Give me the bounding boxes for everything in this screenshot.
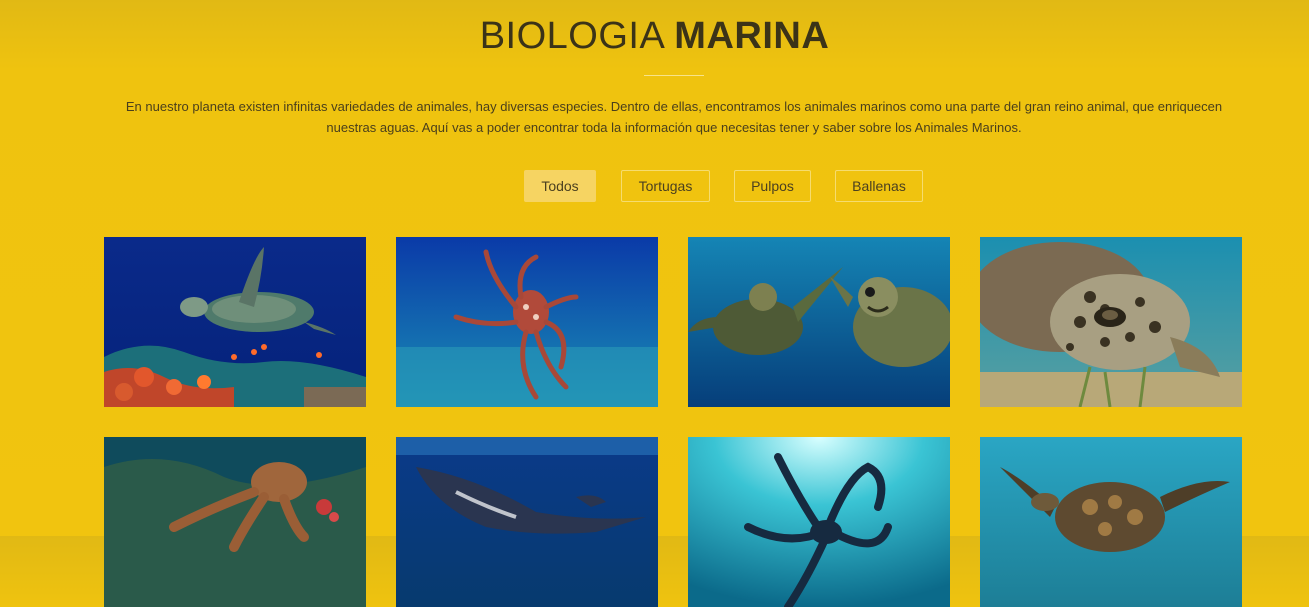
hawksbill-turtle-image [980, 437, 1242, 607]
two-sea-turtles-image [688, 237, 950, 407]
intro-line-1: En nuestro planeta existen infinitas var… [125, 99, 1223, 114]
octopus-on-reef-image [104, 437, 366, 607]
gallery-item-turtle-reef[interactable] [104, 237, 366, 407]
intro-text: En nuestro planeta existen infinitas var… [110, 96, 1238, 138]
octopus-swimming-image [396, 237, 658, 407]
page-title: BIOLOGIA MARINA [0, 14, 1309, 58]
gallery-item-octopus-reef[interactable] [104, 437, 366, 607]
title-light: BIOLOGIA [479, 15, 664, 57]
filter-todos-button[interactable]: Todos [524, 170, 596, 202]
gallery-item-octopus-swim[interactable] [396, 237, 658, 407]
gallery-item-whale[interactable] [396, 437, 658, 607]
title-bold: MARINA [674, 15, 830, 57]
intro-line-2: nuestras aguas. Aquí vas a poder encontr… [326, 120, 1022, 135]
filter-pulpos-button[interactable]: Pulpos [734, 170, 811, 202]
filter-ballenas-button[interactable]: Ballenas [835, 170, 923, 202]
gallery-item-hawksbill[interactable] [980, 437, 1242, 607]
octopus-silhouette-image [688, 437, 950, 607]
gallery-item-octopus-silhouette[interactable] [688, 437, 950, 607]
humpback-whale-image [396, 437, 658, 607]
sea-turtle-closeup-image [980, 237, 1242, 407]
filter-bar: Todos Tortugas Pulpos Ballenas [0, 170, 1309, 204]
gallery-item-turtle-closeup[interactable] [980, 237, 1242, 407]
title-divider [644, 75, 704, 76]
filter-tortugas-button[interactable]: Tortugas [621, 170, 710, 202]
gallery-item-two-turtles[interactable] [688, 237, 950, 407]
sea-turtle-reef-image [104, 237, 366, 407]
